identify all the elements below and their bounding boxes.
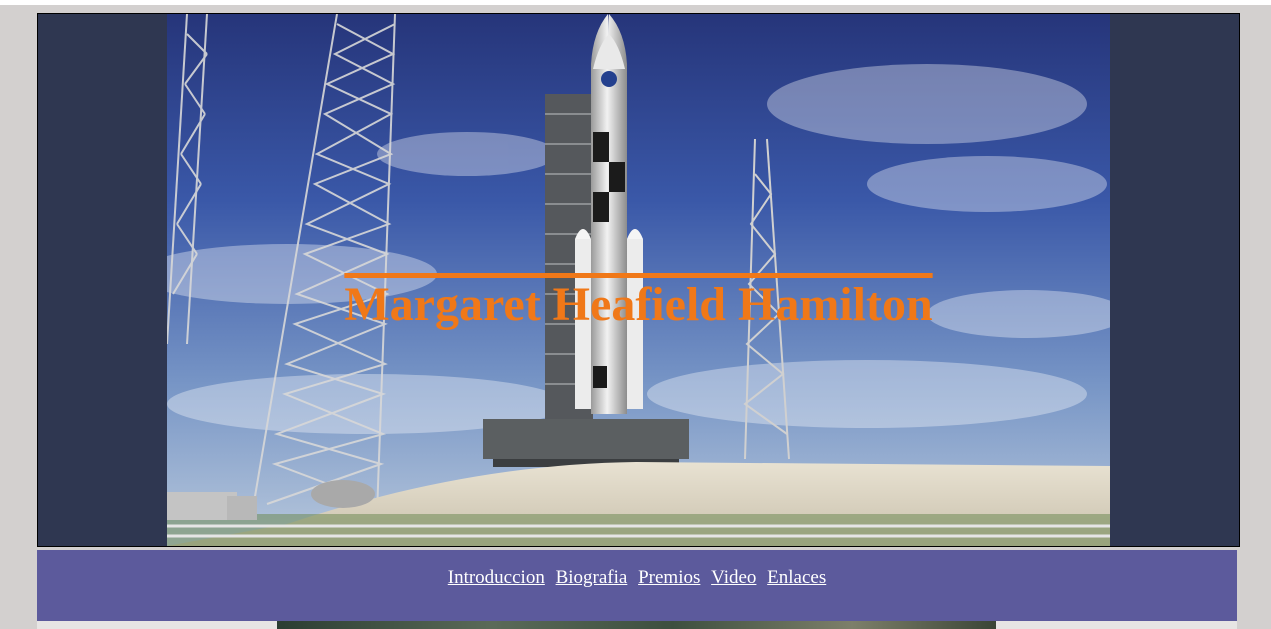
nav-link-premios[interactable]: Premios <box>638 567 700 588</box>
hero-banner: Margaret Heafield Hamilton <box>37 13 1240 547</box>
nav-link-biografia[interactable]: Biografia <box>556 567 628 588</box>
content-image <box>277 621 996 629</box>
nav-links: Introduccion Biografia Premios Video Enl… <box>37 567 1237 589</box>
page-top-strip <box>0 0 1271 5</box>
nav-link-enlaces[interactable]: Enlaces <box>767 567 826 588</box>
main-navigation: Introduccion Biografia Premios Video Enl… <box>37 550 1237 621</box>
nav-link-introduccion[interactable]: Introduccion <box>448 567 545 588</box>
nav-link-video[interactable]: Video <box>711 567 756 588</box>
page-title: Margaret Heafield Hamilton <box>344 278 933 332</box>
